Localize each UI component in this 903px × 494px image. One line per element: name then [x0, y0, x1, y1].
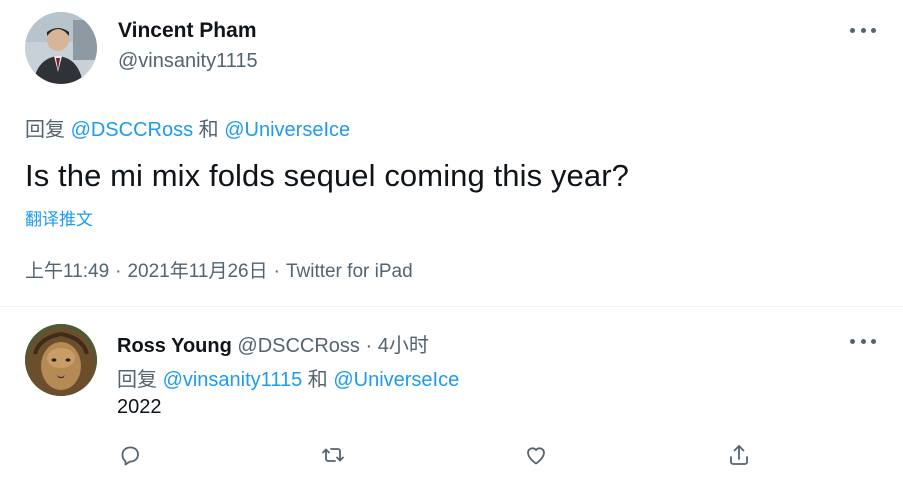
tweet-text: Is the mi mix folds sequel coming this y…: [25, 158, 629, 193]
reply-conjunction: 和: [198, 119, 219, 141]
more-horizontal-icon[interactable]: [850, 25, 876, 35]
reply-header: Ross Young @DSCCRoss · 4小时: [117, 329, 429, 358]
share-icon: [730, 445, 748, 465]
like-button[interactable]: [521, 440, 551, 470]
more-horizontal-icon[interactable]: [850, 336, 876, 346]
meta-separator: ·: [115, 261, 122, 282]
author-name[interactable]: Vincent Pham: [118, 19, 257, 43]
retweet-icon: [322, 448, 344, 462]
reply-bubble-icon: [121, 446, 139, 466]
reply-prefix: 回复: [117, 369, 157, 391]
mention-link[interactable]: @vinsanity1115: [163, 369, 303, 391]
meta-separator: ·: [365, 335, 373, 357]
tweet-source[interactable]: Twitter for iPad: [286, 261, 413, 282]
author-handle[interactable]: @vinsanity1115: [118, 50, 258, 73]
reply-conjunction: 和: [307, 369, 328, 391]
divider: [0, 306, 903, 307]
reply-author-avatar[interactable]: [25, 324, 97, 396]
author-avatar-image: [25, 12, 97, 84]
mention-link[interactable]: @DSCCRoss: [71, 119, 194, 141]
tweet-date[interactable]: 2021年11月26日: [127, 261, 267, 282]
heart-icon: [527, 447, 545, 465]
meta-separator: ·: [273, 261, 280, 282]
reply-time-ago[interactable]: 4小时: [378, 335, 429, 357]
translate-tweet-link[interactable]: 翻译推文: [25, 205, 93, 230]
author-avatar[interactable]: [25, 12, 97, 84]
reply-text: 2022: [117, 396, 162, 418]
share-button[interactable]: [724, 440, 754, 470]
reply-prefix: 回复: [25, 119, 65, 141]
tweet-meta: 上午11:49 · 2021年11月26日 · Twitter for iPad: [25, 256, 413, 283]
tweet-time[interactable]: 上午11:49: [25, 261, 109, 282]
reply-replying-to: 回复 @vinsanity1115 和 @UniverseIce: [117, 363, 459, 392]
reply-button[interactable]: [115, 440, 145, 470]
retweet-button[interactable]: [318, 440, 348, 470]
reply-author-name[interactable]: Ross Young: [117, 335, 232, 357]
replying-to: 回复 @DSCCRoss 和 @UniverseIce: [25, 113, 350, 142]
mention-link[interactable]: @UniverseIce: [224, 119, 350, 141]
reply-author-handle[interactable]: @DSCCRoss: [237, 335, 360, 357]
mention-link[interactable]: @UniverseIce: [333, 369, 459, 391]
reply-author-avatar-image: [25, 324, 97, 396]
